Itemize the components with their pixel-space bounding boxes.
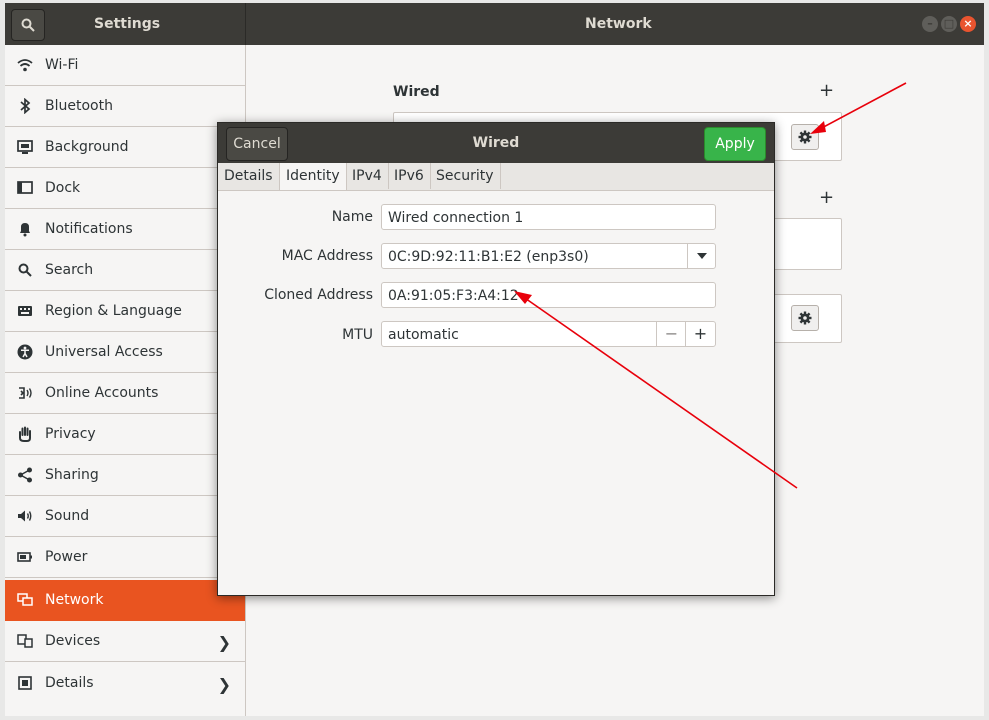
annotation-arrows [514,82,907,489]
arrow-to-cloned-address [514,291,798,489]
arrow-to-gear [810,82,907,134]
